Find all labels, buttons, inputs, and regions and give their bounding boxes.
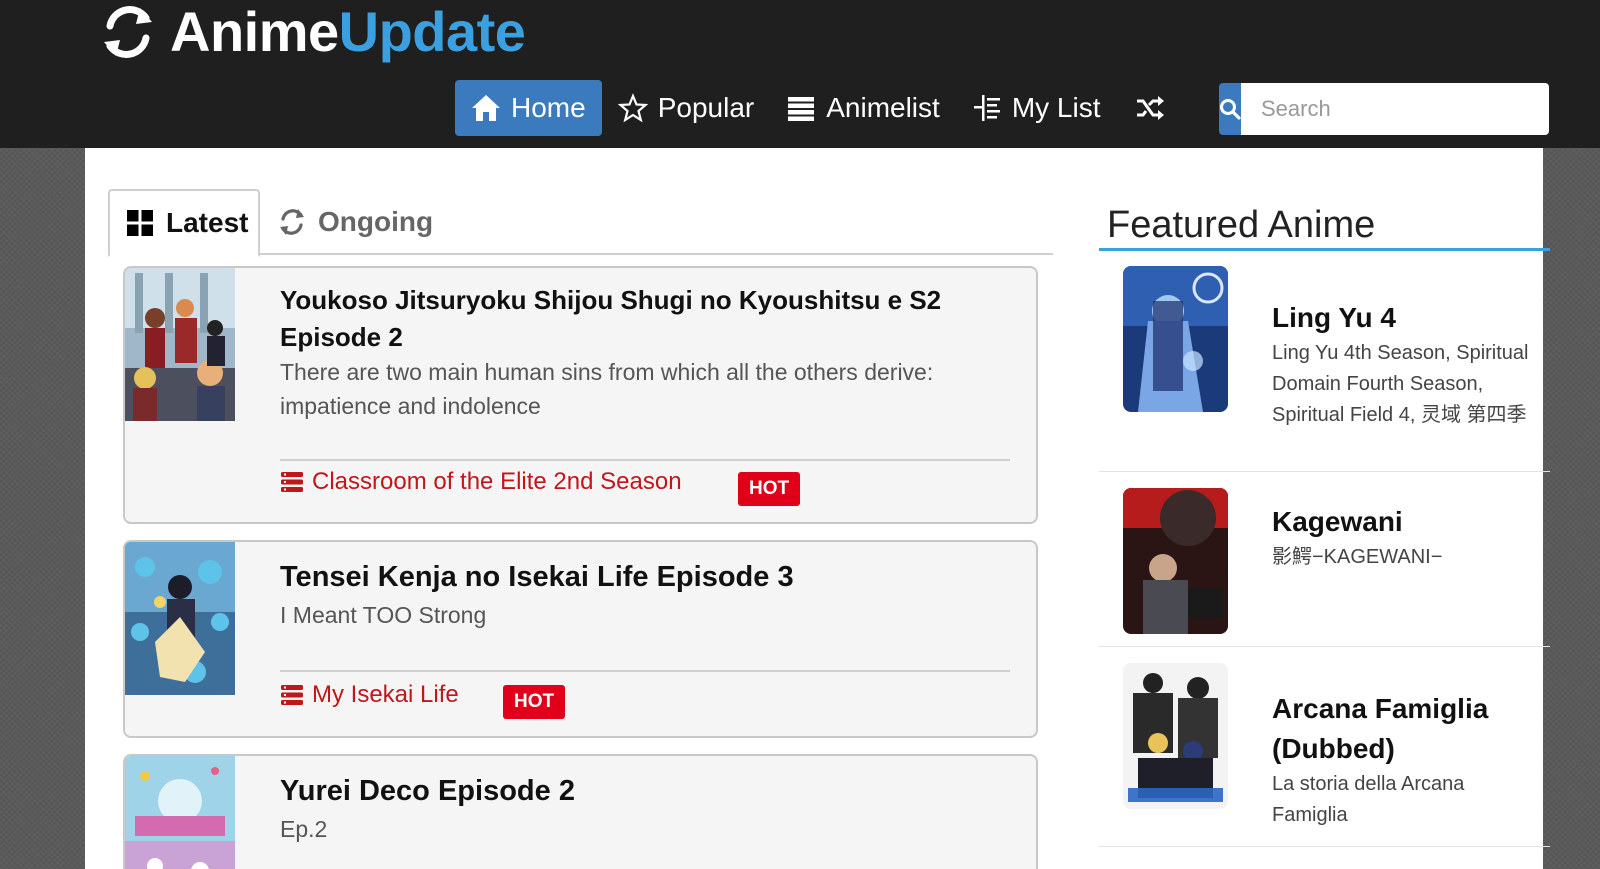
- hot-badge: HOT: [738, 472, 801, 506]
- episode-card[interactable]: Tensei Kenja no Isekai Life Episode 3 I …: [123, 540, 1038, 738]
- star-icon: [617, 93, 648, 123]
- nav-home[interactable]: Home: [455, 80, 602, 136]
- card-divider: [280, 459, 1010, 461]
- episode-thumbnail[interactable]: [125, 542, 235, 695]
- episode-card[interactable]: Yurei Deco Episode 2 Ep.2: [123, 754, 1038, 869]
- main-nav: Home Popular Animelist My List: [455, 80, 1191, 136]
- episode-description: I Meant TOO Strong: [280, 602, 487, 628]
- featured-name[interactable]: Ling Yu 4: [1272, 298, 1542, 338]
- episode-description: There are two main human sins from which…: [280, 359, 934, 419]
- featured-title: Featured Anime: [1107, 204, 1376, 246]
- featured-alt-names: La storia della Arcana Famiglia: [1272, 773, 1465, 826]
- episode-description: Ep.2: [280, 816, 328, 842]
- site-logo[interactable]: AnimeUpdate: [100, 0, 526, 64]
- nav-animelist[interactable]: Animelist: [770, 80, 956, 136]
- refresh-icon: [104, 6, 152, 58]
- nav-my-list-label: My List: [1011, 92, 1101, 123]
- tab-latest[interactable]: Latest: [108, 189, 260, 257]
- episode-title[interactable]: Tensei Kenja no Isekai Life Episode 3: [280, 559, 1010, 596]
- featured-alt-names: 影鰐−KAGEWANI−: [1272, 546, 1443, 568]
- nav-popular[interactable]: Popular: [602, 80, 771, 136]
- featured-item[interactable]: Ling Yu 4 Ling Yu 4th Season, Spiritual …: [1099, 258, 1550, 472]
- episode-title[interactable]: Youkoso Jitsuryoku Shijou Shugi no Kyous…: [280, 282, 1010, 356]
- episode-thumbnail[interactable]: [125, 756, 235, 869]
- nav-animelist-label: Animelist: [826, 92, 940, 123]
- refresh-icon: [280, 209, 304, 235]
- tab-latest-label: Latest: [166, 207, 249, 238]
- list-icon: [281, 685, 303, 705]
- featured-cover[interactable]: [1123, 488, 1228, 634]
- list-icon: [281, 472, 303, 492]
- nav-home-label: Home: [511, 92, 586, 123]
- content-panel: Latest Ongoing Youkoso Jitsuryoku Shijou…: [85, 148, 1550, 869]
- nav-random[interactable]: [1117, 80, 1191, 136]
- shuffle-icon: [1136, 96, 1164, 120]
- site-header: AnimeUpdate Home Popular Animelist My Li…: [0, 0, 1600, 148]
- list-icon: [788, 97, 815, 121]
- featured-underline: [1099, 248, 1550, 251]
- search-input[interactable]: [1241, 83, 1549, 135]
- featured-alt-names: Ling Yu 4th Season, Spiritual Domain Fou…: [1272, 342, 1529, 426]
- series-link[interactable]: Classroom of the Elite 2nd Season: [280, 468, 682, 496]
- home-icon: [472, 95, 500, 121]
- tab-ongoing-label: Ongoing: [318, 206, 434, 237]
- featured-name[interactable]: Kagewani: [1272, 502, 1542, 542]
- featured-name[interactable]: Arcana Famiglia (Dubbed): [1272, 689, 1542, 769]
- search-icon: [1220, 99, 1241, 120]
- nav-my-list[interactable]: My List: [956, 80, 1117, 136]
- episode-thumbnail[interactable]: [125, 268, 235, 421]
- featured-cover[interactable]: [1123, 266, 1228, 412]
- tab-bar: Latest Ongoing: [108, 189, 1053, 257]
- series-link-label: Classroom of the Elite 2nd Season: [312, 468, 682, 495]
- card-divider: [280, 670, 1010, 672]
- search-button[interactable]: [1219, 83, 1241, 135]
- tree-list-icon: [973, 95, 1000, 121]
- featured-item[interactable]: Kagewani 影鰐−KAGEWANI−: [1099, 472, 1550, 647]
- series-link-label: My Isekai Life: [312, 681, 459, 708]
- hot-badge: HOT: [503, 685, 566, 719]
- logo-text: AnimeUpdate: [170, 0, 526, 63]
- series-link[interactable]: My Isekai Life: [280, 681, 459, 709]
- nav-popular-label: Popular: [657, 92, 755, 123]
- episode-card[interactable]: Youkoso Jitsuryoku Shijou Shugi no Kyous…: [123, 266, 1038, 524]
- featured-item[interactable]: Arcana Famiglia (Dubbed) La storia della…: [1099, 647, 1550, 847]
- featured-cover[interactable]: [1123, 663, 1228, 809]
- grid-icon: [127, 210, 153, 236]
- search-box: [1219, 83, 1549, 135]
- tab-ongoing[interactable]: Ongoing: [278, 189, 433, 255]
- episode-title[interactable]: Yurei Deco Episode 2: [280, 773, 1010, 810]
